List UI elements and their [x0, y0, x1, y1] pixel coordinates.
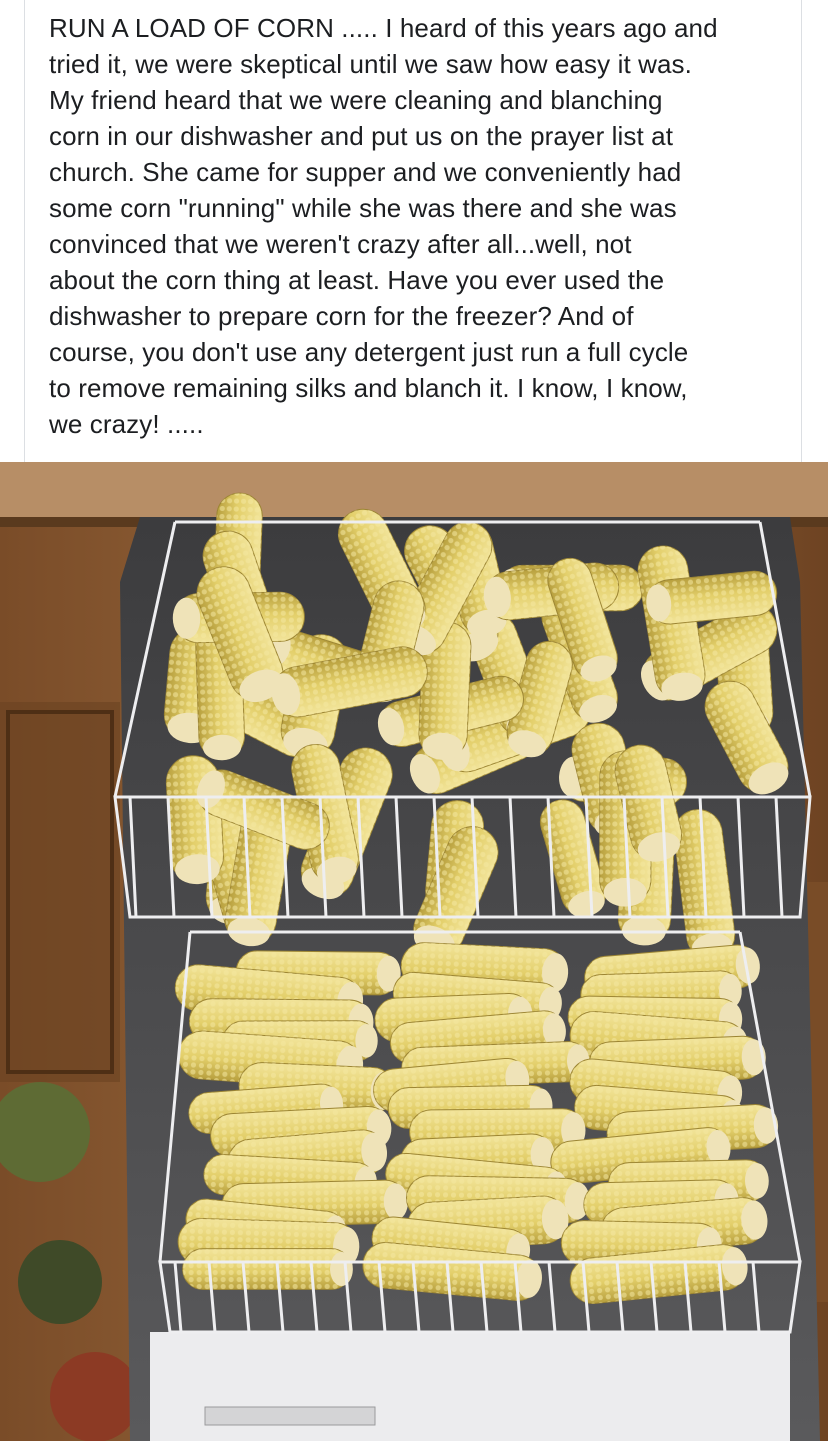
post-photo[interactable] — [0, 462, 828, 1441]
decor-leaf-shape — [18, 1240, 102, 1324]
countertop — [0, 462, 828, 517]
left-cabinet-door — [0, 702, 120, 1082]
decor-fruit-shape — [50, 1352, 140, 1441]
lower-rack-corn — [174, 942, 779, 1305]
door-vent — [204, 1406, 376, 1426]
dishwasher-corn-image — [0, 462, 828, 1441]
post-text: RUN A LOAD OF CORN ..... I heard of this… — [49, 13, 718, 439]
post-card: RUN A LOAD OF CORN ..... I heard of this… — [24, 0, 802, 462]
